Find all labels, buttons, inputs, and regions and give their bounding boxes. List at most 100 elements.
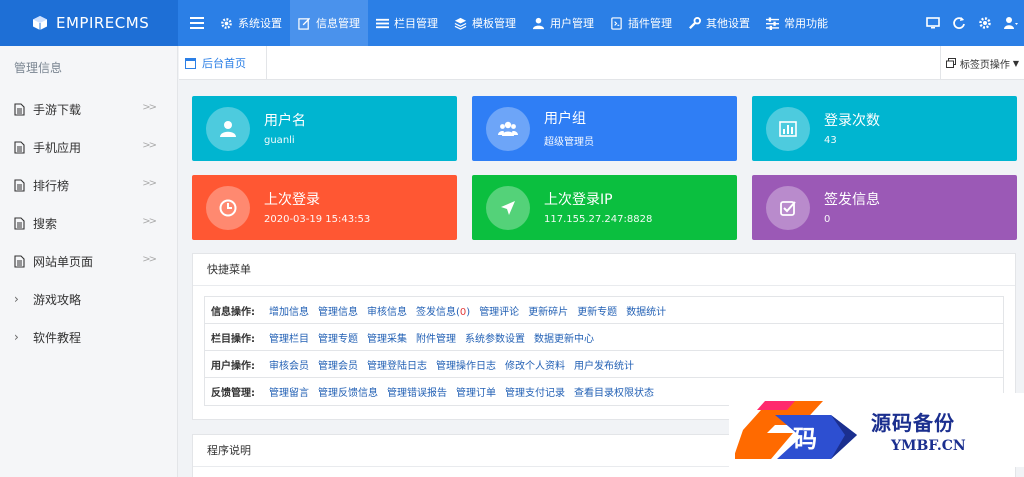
card-login-count: 登录次数 43 xyxy=(752,96,1017,161)
double-chevron-icon: >> xyxy=(142,254,157,265)
link-review-members[interactable]: 审核会员 xyxy=(269,357,309,372)
link-attachments[interactable]: 附件管理 xyxy=(416,330,456,345)
user-icon xyxy=(532,17,545,29)
tab-home[interactable]: 后台首页 xyxy=(179,46,267,80)
link-system-params[interactable]: 系统参数设置 xyxy=(465,330,525,345)
layers-icon xyxy=(454,17,467,30)
bar-chart-icon xyxy=(779,120,797,137)
top-right-tools xyxy=(926,0,1024,46)
double-chevron-icon: >> xyxy=(142,178,157,189)
quick-menu-title: 快捷菜单 xyxy=(193,254,1015,286)
window-icon xyxy=(185,57,196,69)
check-square-icon xyxy=(780,200,796,216)
link-manage-collect[interactable]: 管理采集 xyxy=(367,330,407,345)
svg-text:码: 码 xyxy=(793,424,817,453)
list-icon xyxy=(376,18,389,28)
link-manage-info[interactable]: 管理信息 xyxy=(318,303,358,318)
card-username: 用户名 guanli xyxy=(192,96,457,161)
quick-row-columns: 栏目操作: 管理栏目 管理专题 管理采集 附件管理 系统参数设置 数据更新中心 xyxy=(205,324,1003,351)
link-dir-permissions[interactable]: 查看目录权限状态 xyxy=(574,384,654,399)
nav-user-management[interactable]: 用户管理 xyxy=(524,0,602,46)
windows-icon xyxy=(945,58,956,68)
refresh-icon[interactable] xyxy=(952,16,966,30)
monitor-icon[interactable] xyxy=(926,16,940,30)
nav-column-management[interactable]: 栏目管理 xyxy=(368,0,446,46)
user-icon xyxy=(220,120,236,137)
hamburger-icon xyxy=(190,17,204,29)
watermark-en-text: YMBF.CN xyxy=(891,437,966,454)
double-chevron-icon: >> xyxy=(142,216,157,227)
nav-system-settings[interactable]: 系统设置 xyxy=(212,0,290,46)
quick-menu-table: 信息操作: 增加信息 管理信息 审核信息 签发信息(0) 管理评论 更新碎片 更… xyxy=(204,296,1004,406)
card-user-group: 用户组 超级管理员 xyxy=(472,96,737,161)
double-chevron-icon: >> xyxy=(142,140,157,151)
double-chevron-icon: >> xyxy=(142,102,157,113)
sidebar-item-mobile-games[interactable]: 手游下载 >> xyxy=(0,90,177,128)
nav-common-functions[interactable]: 常用功能 xyxy=(758,0,836,46)
nav-plugin-management[interactable]: 插件管理 xyxy=(602,0,680,46)
link-add-info[interactable]: 增加信息 xyxy=(269,303,309,318)
edit-icon xyxy=(298,17,311,30)
sidebar-title: 管理信息 xyxy=(14,61,63,75)
menu-toggle-button[interactable] xyxy=(182,0,212,46)
site-watermark: 码 源码备份 YMBF.CN xyxy=(729,393,1024,467)
link-manage-comments[interactable]: 管理评论 xyxy=(479,303,519,318)
link-manage-orders[interactable]: 管理订单 xyxy=(456,384,496,399)
link-manage-topics[interactable]: 管理专题 xyxy=(318,330,358,345)
document-icon xyxy=(14,140,25,154)
link-manage-members[interactable]: 管理会员 xyxy=(318,357,358,372)
link-update-fragments[interactable]: 更新碎片 xyxy=(528,303,568,318)
cube-icon xyxy=(33,16,47,30)
document-icon xyxy=(14,254,25,268)
link-data-stats[interactable]: 数据统计 xyxy=(626,303,666,318)
link-data-update-center[interactable]: 数据更新中心 xyxy=(534,330,594,345)
nav-info-management[interactable]: 信息管理 xyxy=(290,0,368,46)
link-user-post-stats[interactable]: 用户发布统计 xyxy=(574,357,634,372)
sidebar-item-single-pages[interactable]: 网站单页面 >> xyxy=(0,242,177,280)
sidebar-item-rankings[interactable]: 排行榜 >> xyxy=(0,166,177,204)
link-manage-feedback[interactable]: 管理反馈信息 xyxy=(318,384,378,399)
wrench-icon xyxy=(689,16,701,29)
link-manage-messages[interactable]: 管理留言 xyxy=(269,384,309,399)
link-payment-records[interactable]: 管理支付记录 xyxy=(505,384,565,399)
watermark-logo-icon: 码 xyxy=(735,401,857,459)
sidebar: 管理信息 手游下载 >> 手机应用 >> 排行榜 >> 搜索 >> 网站单页面 … xyxy=(0,46,178,477)
quick-row-users: 用户操作: 审核会员 管理会员 管理登陆日志 管理操作日志 修改个人资料 用户发… xyxy=(205,351,1003,378)
card-last-login-ip: 上次登录IP 117.155.27.247:8828 xyxy=(472,175,737,240)
link-manage-columns[interactable]: 管理栏目 xyxy=(269,330,309,345)
sidebar-item-software-tutorials[interactable]: › 软件教程 xyxy=(0,318,177,356)
link-edit-profile[interactable]: 修改个人资料 xyxy=(505,357,565,372)
link-sign-info[interactable]: 签发信息(0) xyxy=(416,303,470,318)
caret-down-icon: ▼ xyxy=(1012,58,1020,68)
link-login-logs[interactable]: 管理登陆日志 xyxy=(367,357,427,372)
nav-other-settings[interactable]: 其他设置 xyxy=(680,0,758,46)
tab-bar: 后台首页 标签页操作 ▼ xyxy=(179,46,1024,80)
sliders-icon xyxy=(766,16,779,30)
document-icon xyxy=(14,102,25,116)
sidebar-item-game-guides[interactable]: › 游戏攻略 xyxy=(0,280,177,318)
top-nav: 系统设置 信息管理 栏目管理 模板管理 用户管理 插件管理 其他设置 常用功能 xyxy=(212,0,836,46)
sidebar-item-mobile-apps[interactable]: 手机应用 >> xyxy=(0,128,177,166)
card-signed-info: 签发信息 0 xyxy=(752,175,1017,240)
user-menu-icon[interactable] xyxy=(1004,16,1018,30)
nav-template-management[interactable]: 模板管理 xyxy=(446,0,524,46)
brand-logo[interactable]: EMPIRECMS xyxy=(0,0,178,46)
card-last-login: 上次登录 2020-03-19 15:43:53 xyxy=(192,175,457,240)
tab-operations-dropdown[interactable]: 标签页操作 ▼ xyxy=(940,46,1024,80)
caret-right-icon: › xyxy=(14,330,19,344)
document-icon xyxy=(14,178,25,192)
document-icon xyxy=(14,216,25,230)
link-error-reports[interactable]: 管理错误报告 xyxy=(387,384,447,399)
caret-right-icon: › xyxy=(14,292,19,306)
quick-row-info: 信息操作: 增加信息 管理信息 审核信息 签发信息(0) 管理评论 更新碎片 更… xyxy=(205,297,1003,324)
settings-icon[interactable] xyxy=(978,16,992,30)
link-operation-logs[interactable]: 管理操作日志 xyxy=(436,357,496,372)
clock-icon xyxy=(219,199,237,216)
users-icon xyxy=(498,121,518,136)
top-bar: EMPIRECMS 系统设置 信息管理 栏目管理 模板管理 用户管理 插件管理 xyxy=(0,0,1024,46)
sidebar-item-search[interactable]: 搜索 >> xyxy=(0,204,177,242)
link-review-info[interactable]: 审核信息 xyxy=(367,303,407,318)
gear-icon xyxy=(221,17,232,29)
location-arrow-icon xyxy=(501,200,515,215)
link-update-topics[interactable]: 更新专题 xyxy=(577,303,617,318)
